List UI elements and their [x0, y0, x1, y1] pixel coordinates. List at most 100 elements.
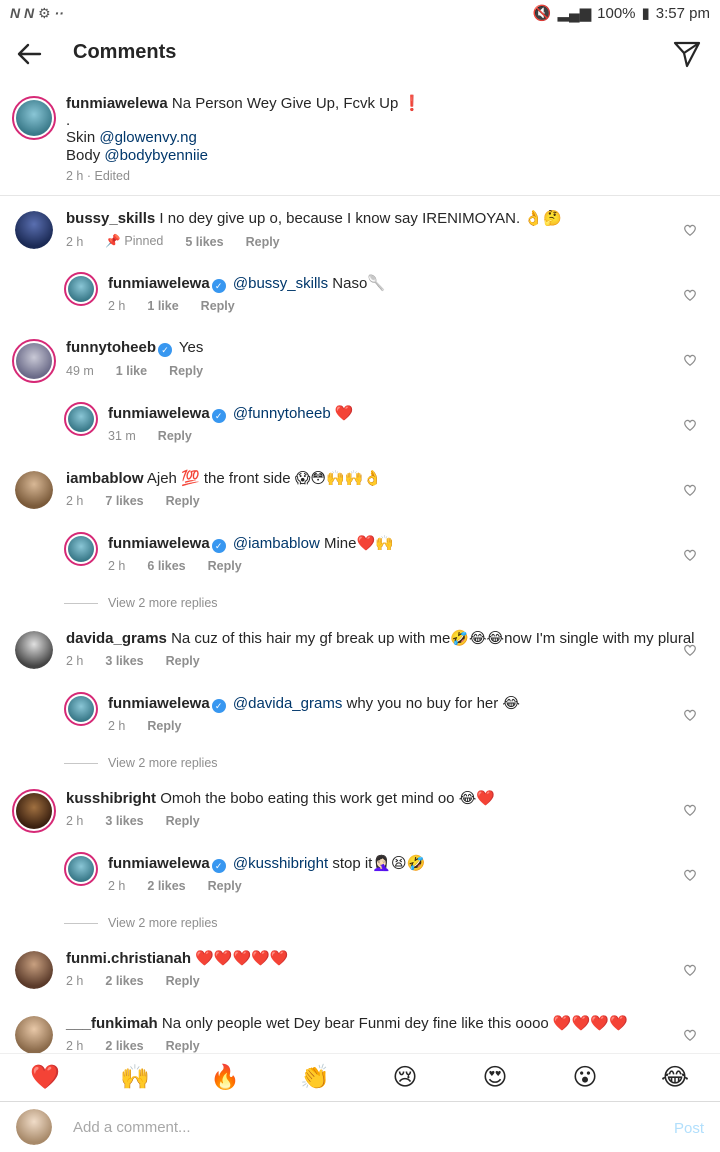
mention-link[interactable]: @bussy_skills	[233, 275, 328, 292]
comment-time: 2 h	[66, 1039, 84, 1053]
reply-button[interactable]: Reply	[147, 719, 181, 733]
skin-mention-link[interactable]: @glowenvy.ng	[99, 129, 197, 146]
likes-count[interactable]: 6 likes	[147, 559, 185, 573]
heart-icon[interactable]	[683, 1028, 697, 1042]
reply-button[interactable]: Reply	[166, 494, 200, 508]
comment-username[interactable]: davida_grams	[66, 630, 167, 647]
heart-icon[interactable]	[683, 963, 697, 977]
reply-button[interactable]: Reply	[208, 559, 242, 573]
likes-count[interactable]: 1 like	[116, 364, 147, 378]
likes-count[interactable]: 1 like	[147, 299, 178, 313]
reply-button[interactable]: Reply	[166, 814, 200, 828]
comment-text: Na only people wet Dey bear Funmi dey fi…	[161, 1015, 628, 1032]
view-more-replies[interactable]: View 2 more replies	[64, 596, 218, 610]
comment-time: 2 h	[66, 974, 84, 988]
emoji-laugh-button[interactable]: 😂	[655, 1063, 695, 1092]
comment-username[interactable]: funmi.christianah	[66, 950, 191, 967]
comment-username[interactable]: bussy_skills	[66, 210, 155, 227]
emoji-heart-button[interactable]: ❤️	[25, 1063, 65, 1092]
comment-row: funmiawelewa ✓ @kusshibright stop it🤦🏻‍♀️…	[0, 842, 720, 907]
body-mention-link[interactable]: @bodybyenniie	[104, 147, 208, 164]
comment-username[interactable]: kusshibright	[66, 790, 156, 807]
reply-button[interactable]: Reply	[166, 974, 200, 988]
likes-count[interactable]: 2 likes	[105, 974, 143, 988]
emoji-clap-button[interactable]: 👏	[295, 1063, 335, 1092]
comment-text: I no dey give up o, because I know say I…	[159, 210, 562, 227]
verified-badge-icon: ✓	[211, 279, 226, 293]
comment-text: ❤️❤️❤️❤️❤️	[195, 950, 289, 967]
comment-input[interactable]: Add a comment...	[73, 1119, 191, 1136]
reply-button[interactable]: Reply	[158, 429, 192, 443]
pinned-label: 📌 Pinned	[105, 234, 164, 248]
avatar[interactable]	[12, 789, 56, 833]
view-more-replies[interactable]: View 2 more replies	[64, 756, 218, 770]
comment-text: why you no buy for her 😂	[342, 695, 520, 712]
comment-username[interactable]: funmiawelewa	[108, 855, 210, 872]
heart-icon[interactable]	[683, 708, 697, 722]
heart-icon[interactable]	[683, 288, 697, 302]
avatar[interactable]	[64, 402, 98, 436]
avatar[interactable]	[15, 1016, 53, 1053]
comment-username[interactable]: funnytoheeb	[66, 339, 156, 356]
verified-badge-icon: ✓	[211, 859, 226, 873]
heart-icon[interactable]	[683, 418, 697, 432]
comment-username[interactable]: iambablow	[66, 470, 144, 487]
mention-link[interactable]: @funnytoheeb	[233, 405, 331, 422]
emoji-cry-button[interactable]: 😢	[385, 1063, 425, 1092]
likes-count[interactable]: 2 likes	[105, 1039, 143, 1053]
mention-link[interactable]: @kusshibright	[233, 855, 328, 872]
reply-button[interactable]: Reply	[166, 654, 200, 668]
likes-count[interactable]: 5 likes	[185, 235, 223, 249]
avatar[interactable]	[15, 471, 53, 509]
heart-icon[interactable]	[683, 868, 697, 882]
avatar[interactable]	[64, 272, 98, 306]
avatar[interactable]	[12, 96, 56, 140]
likes-count[interactable]: 2 likes	[147, 879, 185, 893]
reply-button[interactable]: Reply	[201, 299, 235, 313]
verified-badge-icon: ✓	[211, 699, 226, 713]
mention-link[interactable]: @iambablow	[233, 535, 320, 552]
avatar[interactable]	[64, 852, 98, 886]
reply-button[interactable]: Reply	[208, 879, 242, 893]
verified-badge-icon: ✓	[211, 539, 226, 553]
heart-icon[interactable]	[683, 483, 697, 497]
comment-username[interactable]: funmiawelewa	[108, 275, 210, 292]
comment-username[interactable]: funmiawelewa	[108, 535, 210, 552]
avatar[interactable]	[64, 692, 98, 726]
comment-username[interactable]: funmiawelewa	[108, 405, 210, 422]
view-more-replies[interactable]: View 2 more replies	[64, 916, 218, 930]
heart-icon[interactable]	[683, 353, 697, 367]
mention-link[interactable]: @davida_grams	[233, 695, 342, 712]
emoji-raised-hands-button[interactable]: 🙌	[115, 1063, 155, 1092]
heart-icon[interactable]	[683, 223, 697, 237]
avatar[interactable]	[15, 631, 53, 669]
comment-text: Na cuz of this hair my gf break up with …	[171, 630, 695, 647]
likes-count[interactable]: 7 likes	[105, 494, 143, 508]
avatar[interactable]	[15, 951, 53, 989]
heart-icon[interactable]	[683, 548, 697, 562]
comment-time: 2 h	[66, 494, 84, 508]
direct-send-icon[interactable]	[672, 39, 702, 69]
heart-icon[interactable]	[683, 643, 697, 657]
back-arrow-icon[interactable]	[14, 38, 46, 70]
avatar[interactable]	[12, 339, 56, 383]
verified-badge-icon: ✓	[211, 409, 226, 423]
battery-level: 100%	[597, 4, 636, 22]
emoji-fire-button[interactable]: 🔥	[205, 1063, 245, 1092]
emoji-heart-eyes-button[interactable]: 😍	[475, 1063, 515, 1092]
likes-count[interactable]: 3 likes	[105, 654, 143, 668]
heart-icon[interactable]	[683, 803, 697, 817]
caption-username[interactable]: funmiawelewa	[66, 95, 168, 112]
comment-row: bussy_skills I no dey give up o, because…	[0, 197, 720, 262]
comment-text: stop it🤦🏻‍♀️😫🤣	[328, 855, 426, 872]
comment-username[interactable]: funmiawelewa	[108, 695, 210, 712]
reply-button[interactable]: Reply	[246, 235, 280, 249]
likes-count[interactable]: 3 likes	[105, 814, 143, 828]
avatar[interactable]	[64, 532, 98, 566]
avatar[interactable]	[15, 211, 53, 249]
reply-button[interactable]: Reply	[166, 1039, 200, 1053]
emoji-wow-button[interactable]: 😮	[565, 1063, 605, 1092]
reply-button[interactable]: Reply	[169, 364, 203, 378]
comment-username[interactable]: ___funkimah	[66, 1015, 158, 1032]
post-button[interactable]: Post	[674, 1120, 704, 1137]
